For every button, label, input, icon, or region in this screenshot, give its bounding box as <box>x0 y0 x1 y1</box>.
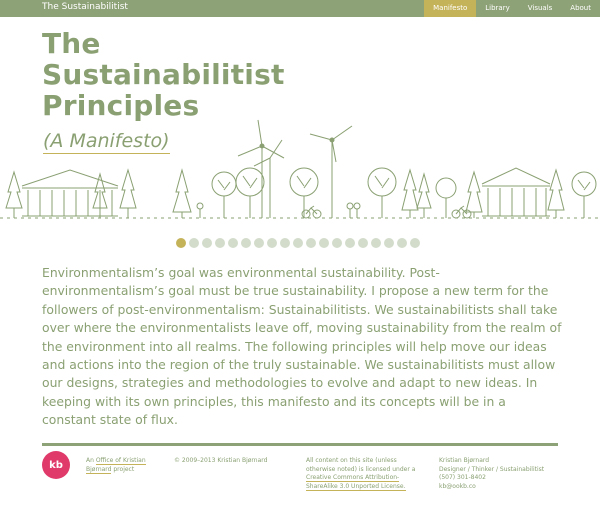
contact-name: Kristian Bjørnard <box>439 457 490 464</box>
carousel-dot[interactable] <box>189 238 199 248</box>
main-nav: Manifesto Library Visuals About <box>424 0 600 17</box>
carousel-dot[interactable] <box>306 238 316 248</box>
page-title: The Sustainabilitist Principles <box>42 28 332 121</box>
contact-email-link[interactable]: kb@ookb.co <box>439 483 569 492</box>
carousel-dot[interactable] <box>241 238 251 248</box>
round-tree-illustration <box>367 167 397 218</box>
round-tree-illustration <box>235 167 265 218</box>
wind-turbine-illustration <box>309 125 353 218</box>
pine-tree-illustration <box>172 168 192 218</box>
page-title-line: Principles <box>42 89 200 122</box>
bicycle-illustration <box>301 205 322 219</box>
building-illustration <box>21 169 119 217</box>
carousel-dots <box>176 238 420 248</box>
landscape-illustration <box>0 119 600 219</box>
footer-project-prefix: An <box>86 457 96 464</box>
carousel-dot[interactable] <box>228 238 238 248</box>
footer-copyright: © 2009–2013 Kristian Bjørnard <box>174 457 268 464</box>
top-nav-bar: The Sustainabilitist Manifesto Library V… <box>0 0 600 17</box>
contact-role: Designer / Thinker / Sustainabilitist <box>439 465 545 473</box>
carousel-dot[interactable] <box>410 238 420 248</box>
building-illustration <box>481 167 551 217</box>
pine-tree-illustration <box>401 168 419 218</box>
round-tree-illustration <box>571 171 597 218</box>
pine-tree-illustration <box>5 170 23 218</box>
carousel-dot[interactable] <box>280 238 290 248</box>
manifesto-text: Environmentalism’s goal was environmenta… <box>42 265 562 428</box>
kb-logo[interactable]: kb <box>42 451 70 479</box>
footer-project-suffix: project <box>111 465 135 473</box>
carousel-dot[interactable] <box>358 238 368 248</box>
carousel-dot[interactable] <box>202 238 212 248</box>
carousel-dot[interactable] <box>332 238 342 248</box>
round-tree-illustration <box>211 171 237 218</box>
carousel-dot[interactable] <box>371 238 381 248</box>
nav-item-manifesto[interactable]: Manifesto <box>424 0 477 17</box>
page-title-line: The <box>42 27 101 60</box>
pine-tree-illustration <box>119 168 137 218</box>
carousel-dot[interactable] <box>176 238 186 248</box>
carousel-dot[interactable] <box>215 238 225 248</box>
flower-illustration <box>196 202 204 218</box>
carousel-dot[interactable] <box>319 238 329 248</box>
pine-tree-illustration <box>465 170 483 218</box>
carousel-dot[interactable] <box>254 238 264 248</box>
footer-contact: Kristian Bjørnard Designer / Thinker / S… <box>439 457 569 491</box>
site-title-link[interactable]: The Sustainabilitist <box>42 2 128 12</box>
pine-tree-illustration <box>416 172 432 218</box>
carousel-dot[interactable] <box>345 238 355 248</box>
footer-license-prefix: All content on this site (unless otherwi… <box>306 457 416 473</box>
footer-project-credit: An Office of Kristian Bjørnard project <box>86 457 166 474</box>
flower-illustration <box>346 202 361 218</box>
contact-phone: (507) 301-8402 <box>439 474 486 481</box>
carousel-dot[interactable] <box>267 238 277 248</box>
page-title-line: Sustainabilitist <box>42 58 285 91</box>
carousel-dot[interactable] <box>293 238 303 248</box>
pine-tree-illustration <box>547 168 565 218</box>
carousel-dot[interactable] <box>384 238 394 248</box>
footer-divider <box>42 443 558 446</box>
wind-turbine-illustration <box>253 139 283 218</box>
nav-item-library[interactable]: Library <box>476 0 518 17</box>
nav-item-about[interactable]: About <box>561 0 600 17</box>
nav-item-visuals[interactable]: Visuals <box>519 0 562 17</box>
carousel-dot[interactable] <box>397 238 407 248</box>
license-link[interactable]: Creative Commons Attribution-ShareAlike … <box>306 474 406 491</box>
footer-license: All content on this site (unless otherwi… <box>306 457 418 491</box>
